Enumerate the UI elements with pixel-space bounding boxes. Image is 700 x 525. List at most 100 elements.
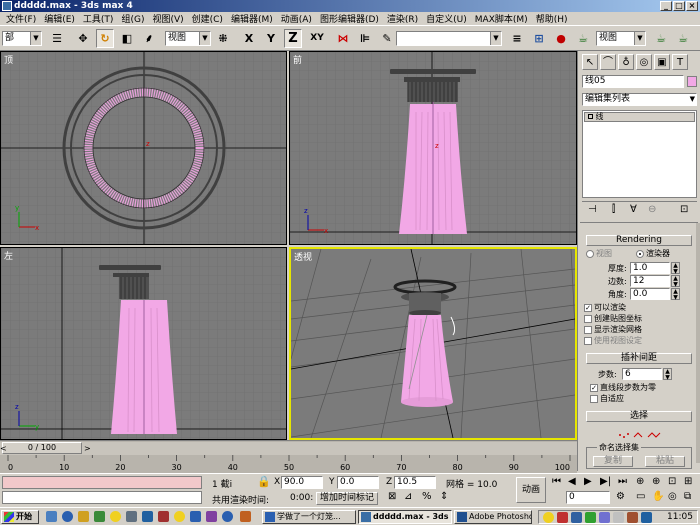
quicklaunch-ie-icon[interactable] [62,511,73,522]
snap-toggle-icon[interactable]: ⊠ [388,491,396,502]
utilities-tab-icon[interactable]: T [672,54,688,70]
radio-viewport[interactable]: 视图 [586,248,612,259]
zoom-extents-all-icon[interactable]: ⊞ [684,476,692,487]
tray-app4-icon[interactable] [627,512,638,523]
menu-graph-editors[interactable]: 图形编辑器(D) [316,12,383,25]
reference-coord-dropdown[interactable]: 视图 ▼ [165,31,211,46]
quicklaunch-app4-icon[interactable] [158,511,169,522]
viewport-left[interactable]: 左 z y [0,247,287,440]
track-view-icon[interactable]: ≡ [508,29,526,48]
menu-modifiers[interactable]: 编辑器(M) [227,12,277,25]
move-icon[interactable]: ✥ [74,29,92,48]
sides-input[interactable]: 12 [630,275,670,287]
restrict-z-button[interactable]: Z [284,29,302,48]
tray-app2-icon[interactable] [571,512,582,523]
quicklaunch-smiley-icon[interactable] [110,511,121,522]
play-icon[interactable]: ▶ [584,476,592,487]
steps-spinner[interactable]: ▲ ▼ [663,368,672,381]
menu-group[interactable]: 组(G) [117,12,148,25]
viewport-front[interactable]: 前 z z x [289,51,577,245]
motion-tab-icon[interactable]: ◎ [636,54,652,70]
pin-stack-icon[interactable]: ⊣ [588,204,597,215]
gen-mapping-checkbox[interactable]: 创建贴图坐标 [584,313,642,324]
quicklaunch-desktop-icon[interactable] [46,511,57,522]
spinner-snap-icon[interactable]: ⇕ [440,491,448,502]
tray-app5-icon[interactable] [641,512,652,523]
quicklaunch-app6-icon[interactable] [206,511,217,522]
quicklaunch-app-icon[interactable] [94,511,105,522]
menu-views[interactable]: 视图(V) [148,12,187,25]
command-panel-scrollbar[interactable] [696,223,700,463]
prompt-line[interactable] [2,491,202,504]
slider-right-arrow-icon[interactable]: > [84,444,91,453]
render-scene-icon[interactable]: ☕ [574,29,592,48]
angle-snap-icon[interactable]: ⊿ [404,491,412,502]
interpolation-rollout-header[interactable]: 插补间距 [586,353,692,364]
quicklaunch-app7-icon[interactable] [222,511,233,522]
add-time-tag-button[interactable]: 增加时间标记 [316,492,378,505]
quicklaunch-app3-icon[interactable] [142,511,153,522]
render-type-dropdown[interactable]: 视图 ▼ [596,31,646,46]
display-mesh-checkbox[interactable]: 显示渲染网格 [584,324,642,335]
named-selection-dropdown[interactable]: ▼ [396,31,502,46]
select-by-name-icon[interactable]: ☰ [48,29,66,48]
sides-spinner[interactable]: ▲ ▼ [671,275,680,288]
lock-selection-icon[interactable]: 🔒 [257,475,271,488]
radio-renderer[interactable]: 渲染器 [636,248,670,259]
material-brush-icon[interactable]: ✎ [378,29,396,48]
tray-network-icon[interactable] [599,512,610,523]
object-name-field[interactable]: 线05 [582,75,684,88]
animate-button[interactable]: 动画 [516,477,546,503]
selection-rollout-header[interactable]: 选择 [586,411,692,422]
quicklaunch-app8-icon[interactable] [240,511,251,522]
remove-modifier-icon[interactable]: ⊖ [648,204,656,215]
object-color-swatch[interactable] [687,76,697,87]
create-tab-icon[interactable]: ↖ [582,54,598,70]
goto-start-icon[interactable]: ⏮ [552,476,561,487]
zoom-icon[interactable]: ⊕ [636,476,644,487]
optimize-checkbox[interactable]: ✓ 直线段步数为零 [590,382,656,393]
adaptive-checkbox[interactable]: 自适应 [590,393,624,404]
start-button[interactable]: 开始 [1,510,39,524]
quick-render-icon[interactable]: ☕ [652,29,670,48]
material-editor-icon[interactable]: ● [552,29,570,48]
stack-item-line[interactable]: 线 [584,112,695,122]
goto-end-icon[interactable]: ⏭ [618,476,627,487]
modifier-stack-list[interactable]: 线 [582,110,697,198]
menu-file[interactable]: 文件(F) [2,12,40,25]
render-last-icon[interactable]: ☕ [674,29,692,48]
close-button[interactable]: × [686,1,698,11]
task-photoshop[interactable]: Adobe Photoshop [454,510,532,524]
maxscript-listener-mini[interactable] [2,476,202,489]
quicklaunch-app2-icon[interactable] [126,511,137,522]
tray-app-icon[interactable] [557,512,568,523]
select-manipulate-icon[interactable]: ⸙ [140,29,158,48]
menu-tools[interactable]: 工具(T) [79,12,118,25]
make-unique-icon[interactable]: ∀ [630,204,637,215]
thickness-spinner[interactable]: ▲ ▼ [671,262,680,275]
rendering-rollout-header[interactable]: Rendering [586,235,692,246]
scale-icon[interactable]: ◧ [118,29,136,48]
quicklaunch-smiley2-icon[interactable] [174,511,185,522]
configure-sets-icon[interactable]: ⊡ [680,204,688,215]
restrict-x-button[interactable]: X [240,29,258,48]
time-slider-thumb[interactable]: 0 / 100 [2,442,82,454]
y-coord-field[interactable]: 0.0 [337,476,379,489]
tray-volume-icon[interactable] [613,512,624,523]
modify-tab-icon[interactable]: ⌒ [600,54,616,70]
time-slider-track[interactable]: 0 / 100 < > [0,442,577,455]
mirror-icon[interactable]: ⋈ [334,29,352,48]
quicklaunch-app5-icon[interactable] [190,511,201,522]
quicklaunch-folder-icon[interactable] [78,511,89,522]
menu-maxscript[interactable]: MAX脚本(M) [471,12,532,25]
restrict-xy-button[interactable]: XY [306,29,328,48]
zoom-extents-icon[interactable]: ⊡ [668,476,676,487]
viewport-top[interactable]: 顶 z y x [0,51,287,245]
x-coord-field[interactable]: 90.0 [281,476,323,489]
pan-icon[interactable]: ✋ [652,491,664,502]
rotate-icon[interactable]: ↻ [96,29,114,48]
percent-snap-icon[interactable]: % [422,491,432,502]
sub-object-level-icons[interactable] [616,429,662,441]
current-frame-field[interactable]: 0 [566,491,610,504]
maximize-viewport-icon[interactable]: ⧉ [684,491,691,502]
